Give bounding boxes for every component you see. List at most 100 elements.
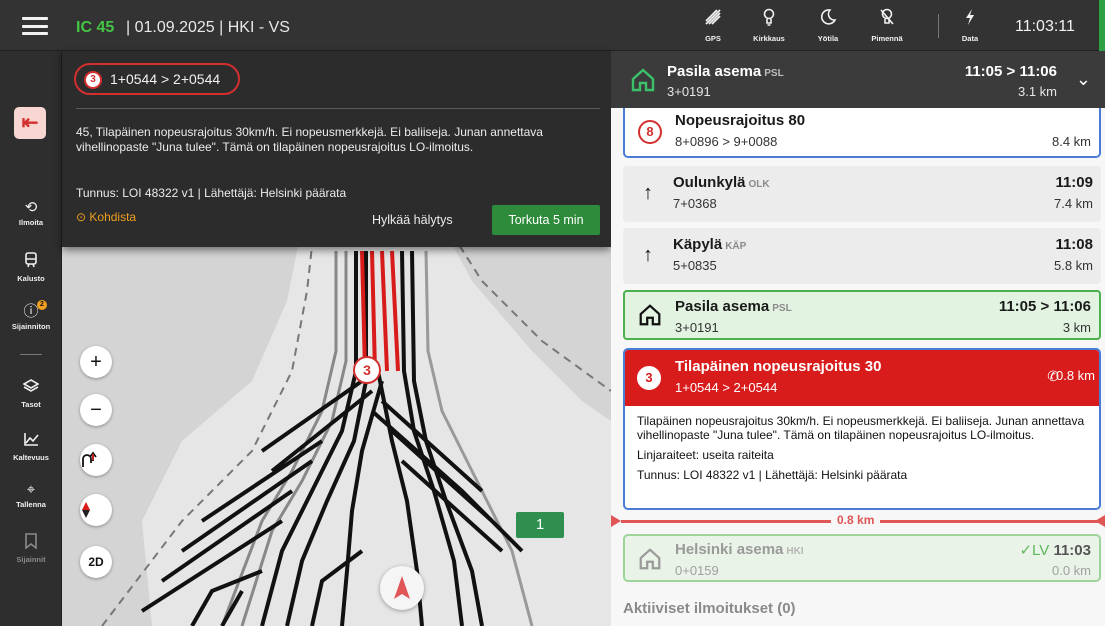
top-bar: IC 45 | 01.09.2025 | HKI - VS GPS Kirkka…: [0, 0, 1105, 51]
list-item-helsinki[interactable]: Helsinki asema HKI 0+0159 ✓LV 11:03 0.0 k…: [623, 534, 1101, 582]
gps-icon: [689, 8, 737, 31]
status-indicator: [1099, 0, 1105, 51]
hamburger-menu-icon[interactable]: [22, 17, 48, 35]
layers-icon: [0, 378, 62, 398]
view-mode-button[interactable]: 2D: [80, 546, 112, 578]
chip-text: 1+0544 > 2+0544: [110, 71, 221, 87]
alert-card-body: Tilapäinen nopeusrajoitus 30km/h. Ei nop…: [637, 414, 1093, 488]
gps-button[interactable]: GPS: [689, 8, 737, 43]
card-km: 5+0835: [673, 258, 717, 273]
sidebar-item-sijainnit[interactable]: Sijainnit: [0, 533, 62, 564]
bookmark-icon: [0, 533, 62, 553]
brightness-button[interactable]: Kirkkaus: [745, 8, 793, 43]
card-title: Käpylä KÄP: [673, 236, 747, 253]
list-item-oulunkyla[interactable]: ↑ Oulunkylä OLK 7+0368 11:09 7.4 km: [623, 166, 1101, 222]
card-time: 11:03: [1053, 542, 1091, 559]
popup-divider: [76, 108, 600, 109]
card-distance: 8.4 km: [1051, 134, 1091, 149]
side-rail: ⇤ ⟲ Ilmoita Kalusto ⓘ 2 Sijainniton Taso…: [0, 51, 62, 626]
zoom-in-button[interactable]: +: [80, 346, 112, 378]
map-alert-marker[interactable]: 3: [353, 356, 381, 384]
card-km: 3+0191: [675, 320, 719, 335]
alert-description: 45, Tilapäinen nopeusrajoitus 30km/h. Ei…: [76, 125, 543, 154]
card-km: 7+0368: [673, 196, 717, 211]
next-station-header[interactable]: Pasila asema PSL 3+0191 11:05 > 11:06 3.1…: [611, 51, 1105, 108]
moon-icon: [804, 8, 852, 31]
route-button[interactable]: [80, 444, 112, 476]
sidebar-item-ilmoita[interactable]: ⟲ Ilmoita: [0, 199, 62, 228]
card-time: 11:09: [1055, 174, 1093, 191]
arrow-up-icon: ↑: [643, 182, 653, 204]
alert-number-icon: 3: [84, 71, 102, 89]
collapse-arrow-icon[interactable]: ⇤: [14, 107, 46, 139]
departure-status: LV: [1032, 542, 1050, 559]
card-title: Nopeusrajoitus 80: [675, 112, 806, 129]
route-icon: [82, 451, 97, 467]
header-time: 11:05 > 11:06: [964, 63, 1057, 80]
home-station-icon: [629, 66, 657, 94]
sidebar-item-kalusto[interactable]: Kalusto: [0, 252, 62, 283]
compass-icon: [82, 502, 90, 518]
arrow-up-icon: ↑: [643, 244, 653, 266]
sidebar-item-tasot[interactable]: Tasot: [0, 378, 62, 409]
topbar-divider: [938, 14, 939, 38]
crosshair-icon: ⌖: [26, 481, 36, 498]
card-title: Helsinki asema HKI: [675, 541, 804, 558]
list-item-pasila[interactable]: Pasila asema PSL 3+0191 11:05 > 11:06 3 k…: [623, 290, 1101, 340]
reject-alert-button[interactable]: Hylkää hälytys: [372, 213, 453, 227]
current-position-button[interactable]: [380, 566, 424, 610]
position-right-arrow-icon: [1095, 515, 1105, 527]
locate-button[interactable]: ⊙ Kohdista: [76, 210, 136, 224]
chevron-down-icon[interactable]: ⌄: [1076, 69, 1091, 90]
night-mode-button[interactable]: Yötila: [804, 8, 852, 43]
lightbulb-off-icon: [863, 8, 911, 31]
card-distance: 5.8 km: [1053, 258, 1093, 273]
list-item-temporary-speed-limit[interactable]: 3 Tilapäinen nopeusrajoitus 30 1+0544 > …: [623, 348, 1101, 510]
card-distance: 0.0 km: [1051, 563, 1091, 578]
alert-km: 1+0544 > 2+0544: [675, 380, 778, 395]
clock: 11:03:11: [1015, 18, 1075, 35]
alert-card-header: 3 Tilapäinen nopeusrajoitus 30 1+0544 > …: [625, 350, 1099, 406]
alert-number-icon: 8: [638, 120, 662, 144]
slope-chart-icon: [0, 431, 62, 451]
alert-distance: 0.8 km: [1055, 368, 1095, 383]
header-km: 3+0191: [667, 84, 711, 99]
card-distance: 3 km: [1062, 320, 1091, 335]
home-station-icon: [637, 546, 663, 572]
position-distance-label: 0.8 km: [831, 513, 881, 527]
rail-divider: [20, 354, 42, 355]
position-left-arrow-icon: [611, 515, 621, 527]
card-distance: 7.4 km: [1053, 196, 1093, 211]
card-km: 8+0896 > 9+0088: [675, 134, 778, 149]
sidebar-item-tallenna[interactable]: ⌖ Tallenna: [0, 481, 62, 510]
train-icon: [0, 252, 62, 272]
alert-popup: 3 1+0544 > 2+0544 45, Tilapäinen nopeusra…: [62, 51, 611, 247]
compass-button[interactable]: [80, 494, 112, 526]
sidebar-item-kaltevuus[interactable]: Kaltevuus: [0, 431, 62, 462]
alert-number-icon: 3: [637, 366, 661, 390]
current-position-line: 0.8 km: [611, 513, 1105, 528]
alert-meta: Tunnus: LOI 48322 v1 | Lähettäjä: Helsin…: [76, 186, 347, 200]
dim-button[interactable]: Pimennä: [863, 8, 911, 43]
zoom-out-button[interactable]: −: [80, 394, 112, 426]
card-time: 11:08: [1055, 236, 1093, 253]
alert-body-description: Tilapäinen nopeusrajoitus 30km/h. Ei nop…: [637, 414, 1085, 442]
snooze-button[interactable]: Torkuta 5 min: [492, 205, 600, 235]
list-item-kapyla[interactable]: ↑ Käpylä KÄP 5+0835 11:08 5.8 km: [623, 228, 1101, 284]
card-time: 11:05 > 11:06: [998, 298, 1091, 315]
card-status-time: ✓LV 11:03: [1019, 541, 1091, 559]
data-bolt-icon: [946, 8, 994, 31]
history-icon: ⟲: [24, 199, 38, 216]
card-title: Oulunkylä OLK: [673, 174, 770, 191]
target-icon: ⊙: [76, 210, 90, 224]
card-km: 0+0159: [675, 563, 719, 578]
alert-body-meta: Tunnus: LOI 48322 v1 | Lähettäjä: Helsin…: [637, 468, 908, 482]
list-item-speed-limit-80[interactable]: 8 Nopeusrajoitus 80 8+0896 > 9+0088 8.4 …: [623, 108, 1101, 158]
sidebar-item-sijainniton[interactable]: ⓘ 2 Sijainniton: [0, 300, 62, 331]
active-notices-heading: Aktiiviset ilmoitukset (0): [623, 600, 796, 617]
data-button[interactable]: Data: [946, 8, 994, 43]
lightbulb-icon: [745, 8, 793, 31]
card-title: Pasila asema PSL: [675, 298, 792, 315]
alert-title: Tilapäinen nopeusrajoitus 30: [675, 358, 882, 375]
alert-location-chip[interactable]: 3 1+0544 > 2+0544: [74, 63, 240, 95]
